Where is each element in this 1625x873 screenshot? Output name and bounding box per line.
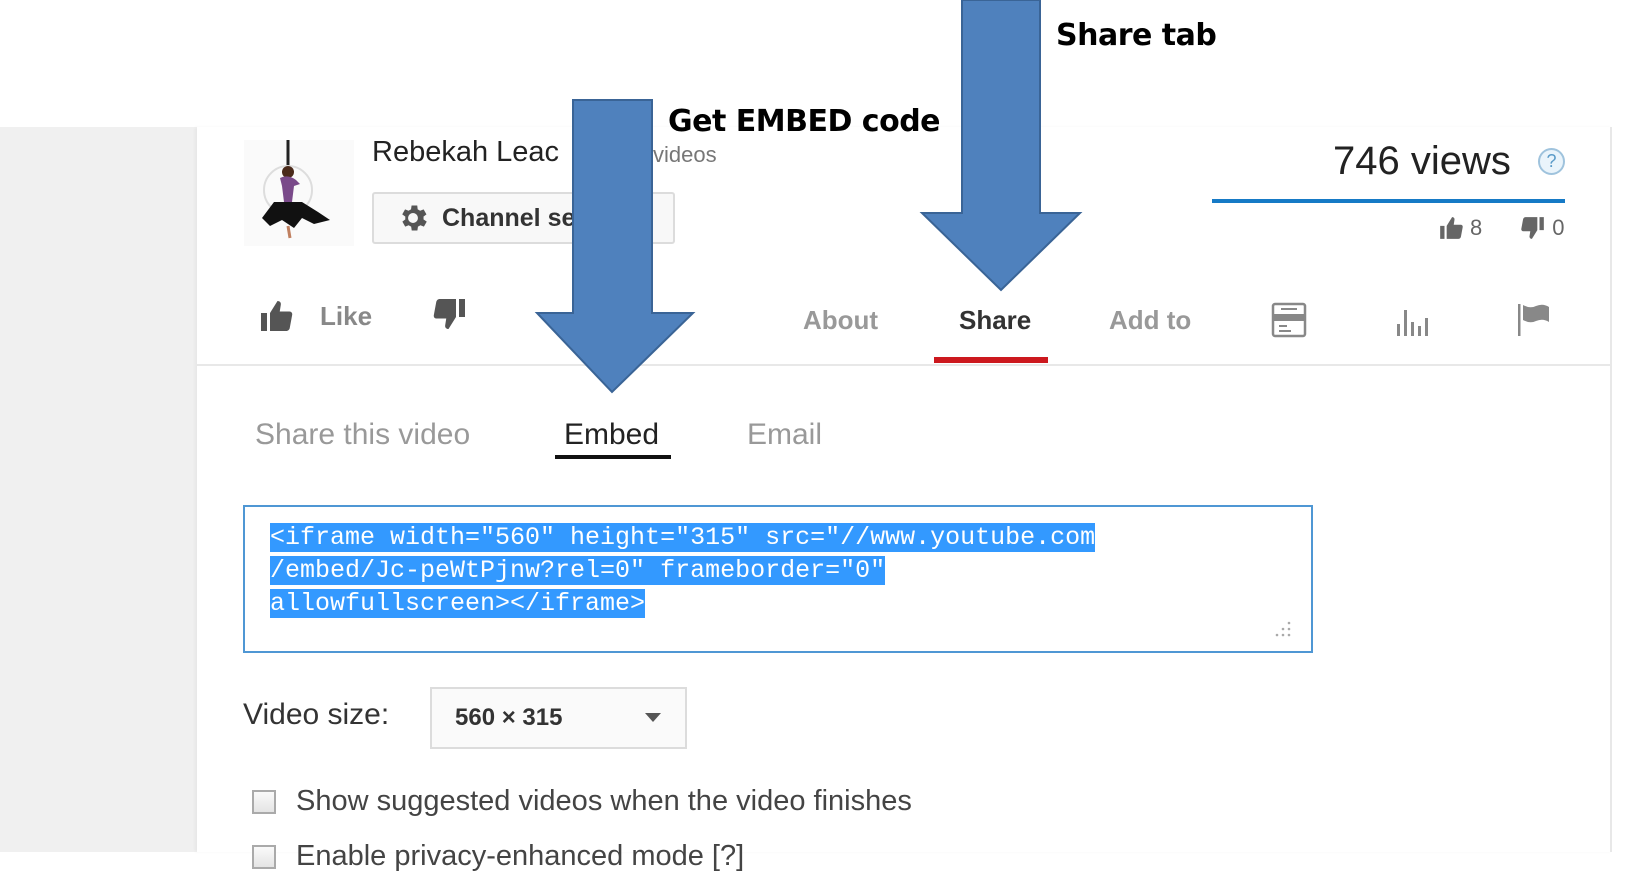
option-privacy-enhanced[interactable]: Enable privacy-enhanced mode [?] bbox=[252, 840, 744, 873]
thumbs-down-icon bbox=[433, 299, 465, 329]
transcript-icon bbox=[1271, 302, 1307, 338]
like-dislike-counts: 8 0 bbox=[1438, 214, 1565, 242]
video-size-select[interactable]: 560 × 315 bbox=[430, 687, 687, 749]
aerialist-image bbox=[262, 140, 330, 239]
actions-divider bbox=[197, 364, 1610, 366]
channel-avatar[interactable] bbox=[244, 140, 354, 246]
channel-settings-button[interactable]: Channel se bbox=[372, 192, 675, 244]
option-label: Show suggested videos when the video fin… bbox=[296, 785, 912, 817]
embed-code-textarea[interactable]: <iframe width="560" height="315" src="//… bbox=[243, 505, 1313, 653]
tab-share[interactable]: Share bbox=[959, 305, 1031, 336]
active-subtab-indicator bbox=[555, 455, 671, 459]
statistics-button[interactable] bbox=[1394, 302, 1430, 338]
checkbox[interactable] bbox=[252, 789, 276, 814]
like-ratio-bar bbox=[1212, 199, 1565, 203]
left-gutter bbox=[0, 127, 197, 852]
option-show-suggested[interactable]: Show suggested videos when the video fin… bbox=[252, 785, 912, 818]
like-label: Like bbox=[320, 300, 373, 331]
tab-add-to[interactable]: Add to bbox=[1109, 305, 1191, 336]
embed-code-line: <iframe width="560" height="315" src="//… bbox=[270, 523, 1096, 552]
statistics-icon bbox=[1397, 310, 1428, 336]
share-tab-callout-label: Share tab bbox=[1056, 18, 1217, 53]
embed-code-line: allowfullscreen></iframe> bbox=[270, 589, 646, 618]
channel-name[interactable]: Rebekah Leac bbox=[372, 136, 559, 169]
like-button[interactable]: Like bbox=[258, 298, 372, 334]
chevron-down-icon bbox=[645, 713, 661, 722]
flag-icon bbox=[1518, 304, 1549, 336]
gear-icon bbox=[402, 205, 427, 231]
thumbs-up-icon bbox=[1440, 217, 1463, 239]
transcript-button[interactable] bbox=[1271, 302, 1307, 338]
option-label: Enable privacy-enhanced mode [?] bbox=[296, 840, 745, 872]
embed-code-line: /embed/Jc-peWtPjnw?rel=0" frameborder="0… bbox=[270, 556, 886, 585]
embed-callout-label: Get EMBED code bbox=[668, 104, 941, 139]
channel-settings-label: Channel se bbox=[442, 203, 576, 232]
video-size-value: 560 × 315 bbox=[455, 704, 563, 731]
video-size-label: Video size: bbox=[243, 698, 390, 731]
thumbs-up-icon bbox=[261, 301, 293, 331]
thumbs-down-icon bbox=[1521, 217, 1545, 239]
help-icon[interactable]: ? bbox=[1538, 148, 1565, 175]
view-count: 746 views bbox=[1333, 139, 1511, 183]
resize-grip-icon[interactable] bbox=[1275, 621, 1291, 637]
dislike-button[interactable] bbox=[432, 296, 468, 337]
report-button[interactable] bbox=[1516, 302, 1552, 338]
active-tab-indicator bbox=[934, 357, 1048, 363]
dislike-count: 0 bbox=[1552, 215, 1565, 240]
embed-code-text: <iframe width="560" height="315" src="//… bbox=[270, 521, 1096, 620]
video-count[interactable]: videos bbox=[653, 142, 717, 168]
tab-about[interactable]: About bbox=[803, 305, 878, 336]
subtab-embed[interactable]: Embed bbox=[564, 418, 659, 452]
subtab-share-this-video[interactable]: Share this video bbox=[255, 418, 470, 452]
checkbox[interactable] bbox=[252, 844, 276, 869]
subtab-email[interactable]: Email bbox=[747, 418, 822, 452]
like-count: 8 bbox=[1470, 215, 1483, 240]
